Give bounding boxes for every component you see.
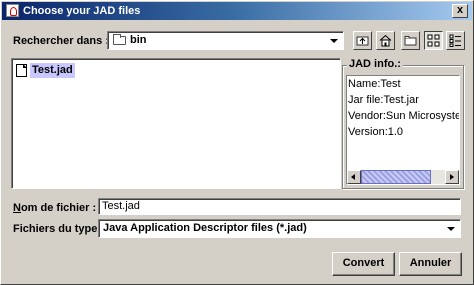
window-title: Choose your JAD files: [23, 5, 141, 17]
up-one-level-icon: [356, 36, 369, 46]
jad-info-legend: JAD info.:: [347, 58, 403, 71]
filetype-value: Java Application Descriptor files (*.jad…: [103, 222, 307, 234]
info-line: Name:Test: [348, 78, 401, 90]
dialog-window: Choose your JAD files x Rechercher dans …: [0, 0, 474, 285]
details-view-icon: [449, 34, 461, 47]
cancel-button[interactable]: Annuler: [399, 252, 462, 276]
filetype-combo[interactable]: Java Application Descriptor files (*.jad…: [98, 219, 461, 238]
details-view-button[interactable]: [446, 31, 465, 50]
up-one-level-button[interactable]: [353, 31, 372, 50]
home-button[interactable]: [376, 31, 395, 50]
home-icon: [379, 34, 392, 47]
new-folder-button[interactable]: [401, 31, 420, 50]
lookin-combo[interactable]: bin: [107, 31, 344, 50]
filetype-label: Fichiers du type :: [13, 223, 105, 235]
chevron-down-icon[interactable]: [326, 33, 341, 48]
document-icon: [16, 64, 27, 77]
close-button[interactable]: x: [452, 4, 468, 18]
lookin-value: bin: [130, 34, 147, 46]
filename-label: Nom de fichier :: [13, 202, 97, 214]
lookin-label: Rechercher dans :: [13, 35, 109, 47]
file-name: Test.jad: [30, 63, 75, 78]
list-view-button[interactable]: [424, 31, 443, 50]
scroll-thumb[interactable]: [361, 170, 431, 184]
chevron-down-icon[interactable]: [443, 221, 458, 236]
jad-info-text: Name:Test Jar file:Test.jar Vendor:Sun M…: [346, 75, 460, 185]
title-bar[interactable]: Choose your JAD files x: [2, 2, 472, 20]
convert-button[interactable]: Convert: [332, 252, 395, 276]
new-folder-icon: [404, 36, 417, 46]
filename-field[interactable]: Test.jad: [98, 198, 461, 215]
file-list[interactable]: Test.jad: [11, 58, 341, 189]
info-line: Version:1.0: [348, 126, 404, 138]
info-line: Vendor:Sun Microsystem: [348, 110, 460, 122]
info-line: Jar file:Test.jar: [348, 94, 419, 106]
list-view-icon: [427, 34, 440, 47]
scroll-right-button[interactable]: [445, 170, 459, 184]
jad-info-group: JAD info.: Name:Test Jar file:Test.jar V…: [342, 58, 464, 189]
folder-icon: [113, 34, 126, 45]
scroll-left-button[interactable]: [347, 170, 361, 184]
horizontal-scrollbar[interactable]: [347, 170, 459, 184]
java-app-icon: [6, 4, 19, 17]
